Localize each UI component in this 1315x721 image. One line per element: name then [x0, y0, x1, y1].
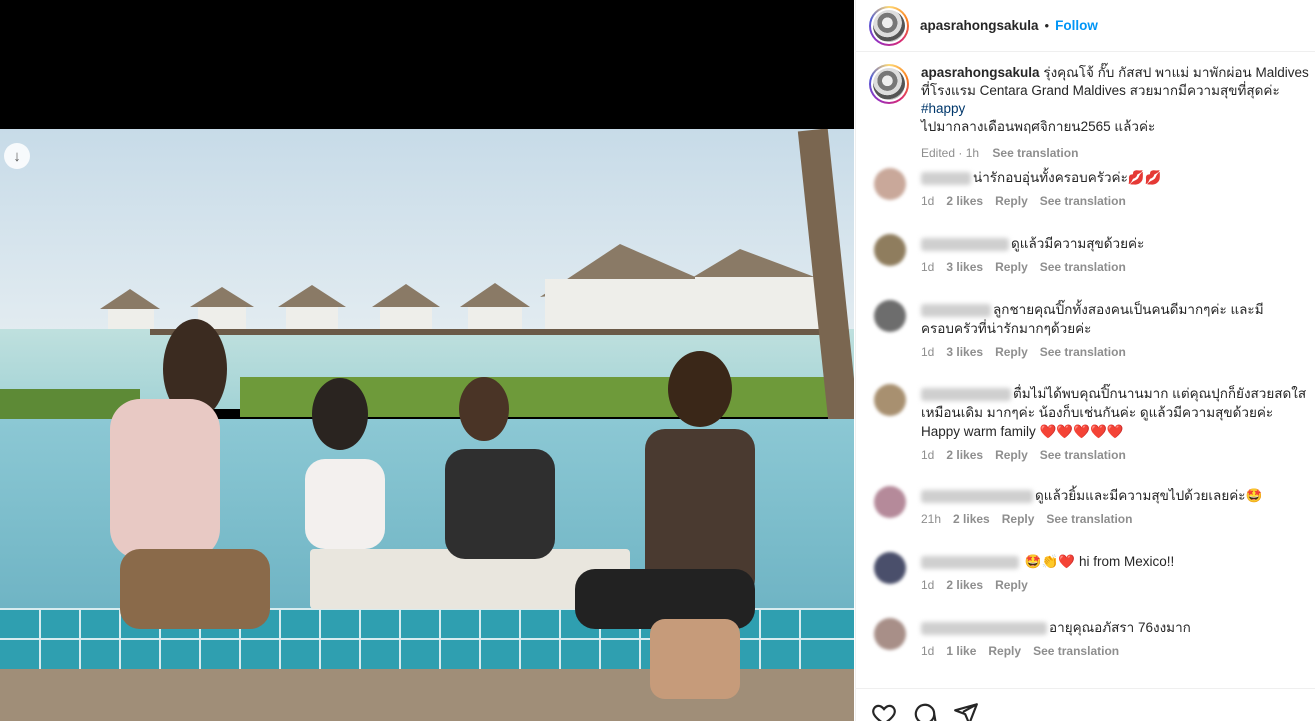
- comment-emoji: 🤩👏❤️: [1024, 554, 1076, 569]
- comment-username[interactable]: [921, 171, 971, 185]
- comment-item: อายุคุณอภัสรา 76งงมาก 1d 1 like Reply See t…: [874, 618, 1314, 658]
- comment-text: อายุคุณอภัสรา 76งงมาก: [1049, 620, 1191, 635]
- comment-reply[interactable]: Reply: [995, 260, 1028, 274]
- comment-icon[interactable]: [912, 701, 938, 721]
- comment-text: hi from Mexico!!: [1078, 554, 1175, 569]
- comment-likes[interactable]: 1 like: [946, 644, 976, 658]
- comment-username[interactable]: [921, 237, 1009, 251]
- comment-see-translation[interactable]: See translation: [1033, 644, 1119, 658]
- comment-username[interactable]: [921, 489, 1033, 503]
- comment-age: 1d: [921, 260, 935, 274]
- comment-age: 1d: [921, 194, 935, 208]
- post-header: apasrahongsakula • Follow: [856, 0, 1315, 52]
- caption-username[interactable]: apasrahongsakula: [921, 65, 1040, 80]
- comment-see-translation[interactable]: See translation: [1040, 260, 1126, 274]
- caption-hashtag[interactable]: #happy: [921, 101, 965, 116]
- comment-avatar[interactable]: [874, 618, 906, 650]
- caption-edited: Edited · 1h: [921, 146, 980, 160]
- comment-emoji: ❤️❤️❤️❤️❤️: [1039, 424, 1124, 439]
- comment-reply[interactable]: Reply: [995, 194, 1028, 208]
- caption-see-translation[interactable]: See translation: [992, 146, 1078, 160]
- comment-item: ลูกชายคุณปิ๊กทั้งสองคนเป็นคนดีมากๆค่ะ แล…: [874, 300, 1314, 359]
- separator-dot: •: [1044, 18, 1050, 33]
- comment-reply[interactable]: Reply: [1002, 512, 1035, 526]
- comment-age: 1d: [921, 345, 935, 359]
- comment-likes[interactable]: 3 likes: [946, 345, 983, 359]
- comment-item: ดูแล้วยิ้มและมีความสุขไปด้วยเลยค่ะ🤩 21h 2…: [874, 486, 1314, 526]
- comment-text: ดูแล้วมีความสุขด้วยค่ะ: [1011, 236, 1145, 251]
- comment-see-translation[interactable]: See translation: [1046, 512, 1132, 526]
- post-actions: [856, 688, 1315, 721]
- caption-tail: ไปมากลางเดือนพฤศจิกายน2565 แล้วค่ะ: [921, 119, 1156, 134]
- comment-age: 21h: [921, 512, 942, 526]
- download-icon[interactable]: ↓: [4, 143, 30, 169]
- comment-age: 1d: [921, 448, 935, 462]
- comment-username[interactable]: [921, 387, 1011, 401]
- heart-icon[interactable]: [871, 701, 897, 721]
- comment-reply[interactable]: Reply: [995, 448, 1028, 462]
- comment-likes[interactable]: 2 likes: [953, 512, 990, 526]
- comment-avatar[interactable]: [874, 384, 906, 416]
- comment-emoji: 💋💋: [1127, 170, 1162, 185]
- comment-likes[interactable]: 2 likes: [946, 194, 983, 208]
- comment-item: ตื่มไม่ได้พบคุณปิ๊กนานมาก แต่คุณปุกก็ยัง…: [874, 384, 1314, 462]
- comment-likes[interactable]: 3 likes: [946, 260, 983, 274]
- comment-emoji: 🤩: [1245, 488, 1263, 503]
- comment-see-translation[interactable]: See translation: [1040, 448, 1126, 462]
- comment-avatar[interactable]: [874, 168, 906, 200]
- comment-item: ดูแล้วมีความสุขด้วยค่ะ 1d 3 likes Reply See…: [874, 234, 1314, 274]
- photo-illustration: [0, 129, 854, 721]
- comment-avatar[interactable]: [874, 486, 906, 518]
- post-photo[interactable]: [0, 129, 854, 721]
- comment-likes[interactable]: 2 likes: [946, 578, 983, 592]
- comment-username[interactable]: [921, 621, 1047, 635]
- comment-reply[interactable]: Reply: [988, 644, 1021, 658]
- comment-avatar[interactable]: [874, 234, 906, 266]
- comment-avatar[interactable]: [874, 552, 906, 584]
- post-sidebar: apasrahongsakula • Follow apasrahongsaku…: [855, 0, 1315, 721]
- comment-age: 1d: [921, 578, 935, 592]
- post-media: ↓: [0, 0, 854, 721]
- share-icon[interactable]: [953, 701, 979, 721]
- comment-item: น่ารักอบอุ่นทั้งครอบครัวค่ะ💋💋 1d 2 likes R…: [874, 168, 1314, 208]
- comment-username[interactable]: [921, 303, 991, 317]
- comment-see-translation[interactable]: See translation: [1040, 345, 1126, 359]
- comment-text: ดูแล้วยิ้มและมีความสุขไปด้วยเลยค่ะ: [1035, 488, 1246, 503]
- author-avatar[interactable]: [869, 5, 909, 46]
- comment-likes[interactable]: 2 likes: [946, 448, 983, 462]
- comment-item: 🤩👏❤️ hi from Mexico!! 1d 2 likes Reply: [874, 552, 1314, 592]
- comment-text: น่ารักอบอุ่นทั้งครอบครัวค่ะ: [973, 170, 1128, 185]
- comment-username[interactable]: [921, 555, 1019, 569]
- comment-age: 1d: [921, 644, 935, 658]
- post-caption: apasrahongsakula รุ่งคุณโจ้ กั๊บ กัสสป พ…: [869, 64, 1314, 162]
- comment-reply[interactable]: Reply: [995, 345, 1028, 359]
- caption-avatar[interactable]: [869, 64, 909, 104]
- comment-reply[interactable]: Reply: [995, 578, 1028, 592]
- comment-see-translation[interactable]: See translation: [1040, 194, 1126, 208]
- author-username[interactable]: apasrahongsakula: [920, 18, 1039, 33]
- comment-avatar[interactable]: [874, 300, 906, 332]
- follow-button[interactable]: Follow: [1055, 18, 1098, 33]
